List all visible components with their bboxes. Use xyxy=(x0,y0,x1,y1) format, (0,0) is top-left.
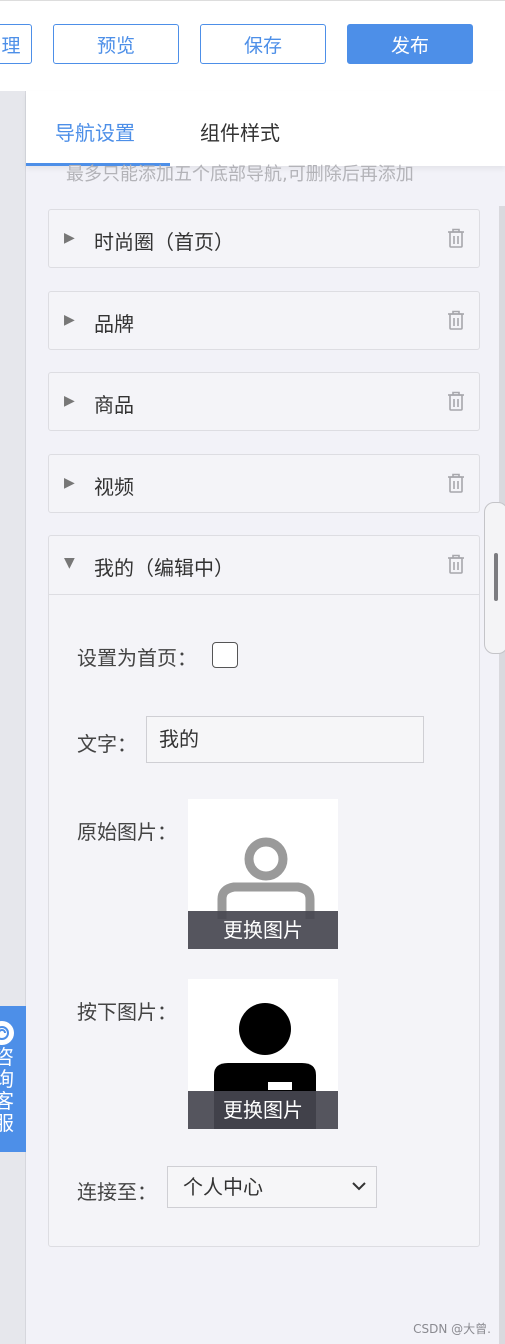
watermark: CSDN @大曾. xyxy=(413,1322,491,1336)
consult-label: 咨询客服 xyxy=(0,1045,14,1135)
set-home-checkbox[interactable] xyxy=(212,642,238,668)
trash-icon[interactable] xyxy=(446,472,466,494)
nav-item-brand[interactable]: ▶ 品牌 xyxy=(48,291,480,350)
expand-triangle-icon[interactable]: ▶ xyxy=(64,393,75,409)
expand-triangle-icon[interactable]: ▶ xyxy=(64,312,75,328)
nav-item-label: 时尚圈（首页） xyxy=(94,230,234,254)
top-divider xyxy=(0,0,505,1)
item-divider xyxy=(49,594,479,595)
trash-icon[interactable] xyxy=(446,390,466,412)
scrollbar-track[interactable] xyxy=(499,206,505,1344)
scrollbar-handle[interactable] xyxy=(484,502,505,654)
link-select-value: 个人中心 xyxy=(183,1175,263,1199)
link-label: 连接至： xyxy=(77,1180,157,1204)
save-button[interactable]: 保存 xyxy=(200,24,326,64)
pressed-image-label: 按下图片： xyxy=(77,1000,177,1024)
set-home-label: 设置为首页： xyxy=(77,646,197,670)
tab-nav-settings[interactable]: 导航设置 xyxy=(55,117,135,146)
change-image-button[interactable]: 更换图片 xyxy=(188,911,338,949)
chevron-down-icon xyxy=(352,1182,366,1191)
expand-triangle-icon[interactable]: ▶ xyxy=(64,230,75,246)
nav-item-mine-editing: ▼ 我的（编辑中） 设置为首页： 文字： 我的 原始图片： 更换图片 按下图片：… xyxy=(48,535,480,1247)
top-toolbar: 理 预览 保存 发布 xyxy=(0,0,505,91)
nav-item-label: 视频 xyxy=(94,475,134,499)
nav-limit-hint: 最多只能添加五个底部导航,可删除后再添加 xyxy=(66,164,414,182)
trash-icon[interactable] xyxy=(446,227,466,249)
trash-icon[interactable] xyxy=(446,553,466,575)
preview-button[interactable]: 预览 xyxy=(53,24,179,64)
expand-triangle-icon[interactable]: ▶ xyxy=(64,475,75,491)
consult-service-button[interactable]: 咨询客服 xyxy=(0,1006,26,1152)
change-image-button[interactable]: 更换图片 xyxy=(188,1091,338,1129)
tab-component-style[interactable]: 组件样式 xyxy=(200,117,280,146)
scrollbar-grip xyxy=(494,553,498,601)
nav-item-video[interactable]: ▶ 视频 xyxy=(48,454,480,513)
original-image-upload[interactable]: 更换图片 xyxy=(188,799,338,949)
left-sidebar-strip xyxy=(0,91,26,1344)
link-select[interactable]: 个人中心 xyxy=(167,1166,377,1208)
nav-item-label: 商品 xyxy=(94,393,134,417)
pressed-image-upload[interactable]: 更换图片 xyxy=(188,979,338,1129)
chat-icon xyxy=(0,1021,14,1045)
text-label: 文字： xyxy=(77,732,137,756)
nav-item-goods[interactable]: ▶ 商品 xyxy=(48,372,480,431)
text-input[interactable]: 我的 xyxy=(146,716,424,763)
original-image-label: 原始图片： xyxy=(77,820,177,844)
manage-button[interactable]: 理 xyxy=(0,24,32,64)
tab-bar: 导航设置 组件样式 xyxy=(26,91,505,166)
nav-item-fashion[interactable]: ▶ 时尚圈（首页） xyxy=(48,209,480,268)
publish-button[interactable]: 发布 xyxy=(347,24,473,64)
trash-icon[interactable] xyxy=(446,309,466,331)
collapse-triangle-icon[interactable]: ▼ xyxy=(64,555,75,571)
nav-item-label: 我的（编辑中） xyxy=(94,556,234,580)
nav-item-label: 品牌 xyxy=(94,312,134,336)
